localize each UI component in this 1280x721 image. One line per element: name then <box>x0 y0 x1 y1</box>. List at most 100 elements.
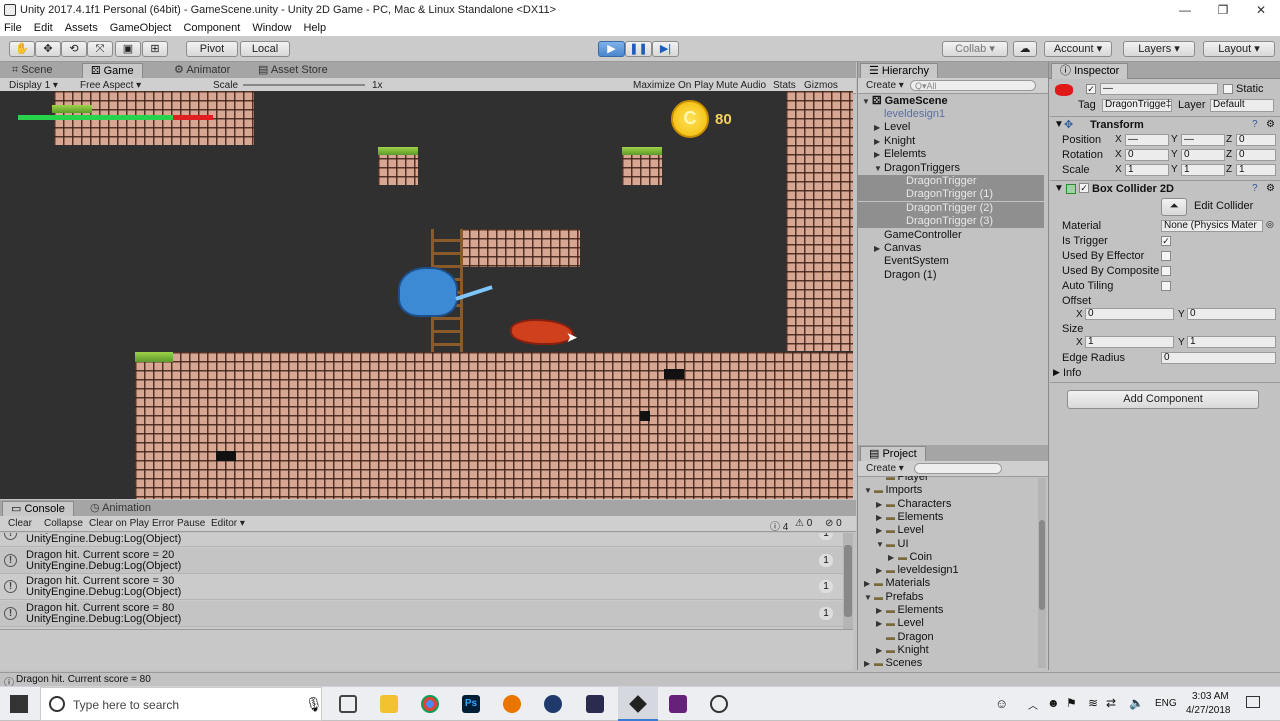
transform-pos-z-field[interactable]: 0 <box>1236 134 1276 146</box>
close-button[interactable]: ✕ <box>1242 0 1280 20</box>
clock-date[interactable]: 4/27/2018 <box>1186 705 1231 716</box>
hierarchy-item[interactable]: DragonTrigger <box>858 175 1044 188</box>
console-error-pause-button[interactable]: Error Pause <box>152 518 205 529</box>
tray-app-icon[interactable]: ⚑ <box>1066 696 1077 710</box>
foldout-arrow-icon[interactable]: ▼ <box>874 162 884 175</box>
hierarchy-create-dropdown[interactable]: Create ▾ <box>866 80 904 91</box>
transform-tool-icon[interactable]: ⊞ <box>142 41 168 57</box>
language-indicator[interactable]: ENG <box>1155 698 1177 709</box>
size-y-field[interactable]: 1 <box>1187 336 1276 348</box>
add-component-button[interactable]: Add Component <box>1067 390 1259 409</box>
tag-dropdown[interactable]: DragonTrigge‡ <box>1102 99 1172 112</box>
tray-app-icon[interactable]: ☻ <box>1047 696 1060 710</box>
hierarchy-item[interactable]: ▶ Canvas <box>858 242 1044 255</box>
hierarchy-item[interactable]: GameController <box>858 229 1044 242</box>
transform-rot-z-field[interactable]: 0 <box>1236 149 1276 161</box>
project-scrollbar-thumb[interactable] <box>1039 520 1045 610</box>
box-collider-enabled-checkbox[interactable]: ✓ <box>1079 183 1089 193</box>
clock-time[interactable]: 3:03 AM <box>1192 691 1229 702</box>
edge-radius-field[interactable]: 0 <box>1161 352 1276 364</box>
menu-help[interactable]: Help <box>303 22 326 34</box>
console-info-count[interactable]: ⓘ 4 <box>770 518 788 533</box>
maximize-on-play-toggle[interactable]: Maximize On Play <box>633 80 714 91</box>
foldout-arrow-icon[interactable]: ▼ <box>864 484 874 497</box>
hierarchy-search-input[interactable]: Q▾All <box>910 80 1036 91</box>
settings-gear-icon[interactable]: ⚙ <box>1266 119 1275 130</box>
aspect-dropdown[interactable]: Free Aspect ▾ <box>80 80 141 91</box>
scale-slider[interactable] <box>243 84 365 86</box>
transform-rot-x-field[interactable]: 0 <box>1125 149 1169 161</box>
foldout-arrow-icon[interactable]: ▶ <box>874 148 884 161</box>
console-warning-count[interactable]: ⚠ 0 <box>795 518 812 529</box>
menu-file[interactable]: File <box>4 22 22 34</box>
people-icon[interactable]: ☺ <box>995 696 1008 711</box>
foldout-arrow-icon[interactable]: ▶ <box>888 551 898 564</box>
network-icon[interactable]: ⇄ <box>1106 696 1116 710</box>
active-checkbox[interactable]: ✓ <box>1086 84 1096 94</box>
volume-icon[interactable]: 🔈 <box>1129 696 1144 710</box>
taskbar-unity-active[interactable] <box>618 687 658 721</box>
notifications-icon[interactable] <box>1246 696 1260 708</box>
project-item[interactable]: ▼ ▬ Imports <box>858 484 922 497</box>
layers-dropdown[interactable]: Layers ▾ <box>1123 41 1195 57</box>
hierarchy-item[interactable]: leveldesign1 <box>858 108 1044 121</box>
info-foldout-icon[interactable]: ▶ <box>1053 367 1060 378</box>
project-item[interactable]: ▶ ▬ Elements <box>858 511 943 524</box>
file-explorer-icon[interactable] <box>380 695 398 713</box>
transform-rot-y-field[interactable]: 0 <box>1181 149 1225 161</box>
project-item[interactable]: ▬ Dragon <box>858 631 934 644</box>
tab-animator[interactable]: ⚙ Animator <box>166 63 238 79</box>
console-scrollbar-thumb[interactable] <box>844 545 852 617</box>
console-scrollbar[interactable] <box>843 533 853 629</box>
scale-tool-icon[interactable]: ⤧ <box>87 41 113 57</box>
project-item[interactable]: ▬ Player <box>858 476 929 484</box>
transform-scl-x-field[interactable]: 1 <box>1125 164 1169 176</box>
unity-hub-icon[interactable] <box>710 695 728 713</box>
settings-gear-icon[interactable]: ⚙ <box>1266 183 1275 194</box>
menu-gameobject[interactable]: GameObject <box>110 22 172 34</box>
transform-pos-x-field[interactable]: — <box>1125 134 1169 146</box>
scene-root-gamescene[interactable]: ▼ ⚄ GameScene <box>862 95 948 108</box>
game-view[interactable]: C 80 ➤ <box>0 91 853 499</box>
tab-console[interactable]: ▭ Console <box>2 501 74 517</box>
project-item[interactable]: ▶ ▬ Level <box>858 524 924 537</box>
collab-button[interactable]: Collab ▾ <box>942 41 1008 57</box>
tab-inspector[interactable]: ⓘ Inspector <box>1051 63 1129 79</box>
foldout-arrow-icon[interactable]: ▶ <box>876 564 886 577</box>
menu-assets[interactable]: Assets <box>65 22 98 34</box>
foldout-arrow-icon[interactable]: ▶ <box>876 498 886 511</box>
project-item[interactable]: ▶ ▬ Coin <box>858 551 932 564</box>
tab-hierarchy[interactable]: ☰ Hierarchy <box>860 63 938 79</box>
hierarchy-item[interactable]: EventSystem <box>858 255 1044 268</box>
blender-icon[interactable] <box>503 695 521 713</box>
layout-dropdown[interactable]: Layout ▾ <box>1203 41 1275 57</box>
hierarchy-item[interactable]: DragonTrigger (1) <box>858 188 1044 202</box>
project-item[interactable]: ▶ ▬ Scenes <box>858 657 922 670</box>
rotate-tool-icon[interactable]: ⟲ <box>61 41 87 57</box>
transform-pos-y-field[interactable]: — <box>1181 134 1225 146</box>
console-clear-button[interactable]: Clear <box>8 518 32 529</box>
rect-tool-icon[interactable]: ▣ <box>115 41 141 57</box>
console-collapse-button[interactable]: Collapse <box>44 518 83 529</box>
project-item[interactable]: ▼ ▬ UI <box>858 538 909 551</box>
foldout-arrow-icon[interactable]: ▶ <box>874 242 884 255</box>
help-icon[interactable]: ? <box>1252 119 1258 130</box>
project-item[interactable]: ▶ ▬ Level <box>858 617 924 630</box>
tab-animation[interactable]: ◷ Animation <box>82 501 159 517</box>
object-name-field[interactable]: — <box>1100 83 1218 95</box>
cloud-icon[interactable]: ☁ <box>1013 41 1037 57</box>
taskbar-search-box[interactable]: Type here to search 🎙 <box>40 687 323 721</box>
stats-toggle[interactable]: Stats <box>773 80 796 91</box>
task-view-icon[interactable] <box>339 695 357 713</box>
transform-scl-z-field[interactable]: 1 <box>1236 164 1276 176</box>
mute-audio-toggle[interactable]: Mute Audio <box>716 80 766 91</box>
foldout-arrow-icon[interactable]: ▶ <box>864 577 874 590</box>
minimize-button[interactable]: — <box>1166 0 1204 20</box>
transform-scl-y-field[interactable]: 1 <box>1181 164 1225 176</box>
photoshop-icon[interactable]: Ps <box>462 695 480 713</box>
foldout-arrow-icon[interactable]: ▶ <box>876 524 886 537</box>
foldout-arrow-icon[interactable]: ▼ <box>864 591 874 604</box>
is-trigger-checkbox[interactable]: ✓ <box>1161 236 1171 246</box>
code-editor-icon[interactable] <box>586 695 604 713</box>
foldout-arrow-icon[interactable]: ▶ <box>876 604 886 617</box>
